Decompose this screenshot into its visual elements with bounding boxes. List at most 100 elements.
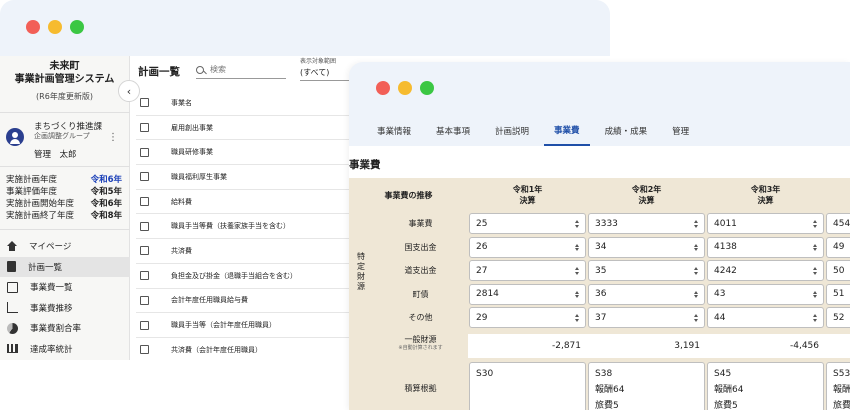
table-row[interactable]: 負担金及び掛金（退職手当組合を含む）	[136, 264, 350, 289]
sidebar-item-cost-trend[interactable]: 事業費推移	[0, 298, 130, 319]
minimize-window-button[interactable]	[398, 81, 412, 95]
calculation-basis-textarea[interactable]: S30	[469, 362, 586, 410]
amount-value: 4138	[714, 242, 737, 252]
stepper-icon[interactable]	[812, 218, 818, 230]
minimize-window-button[interactable]	[48, 20, 62, 34]
stepper-icon[interactable]	[693, 312, 699, 324]
row-label: 道支出金	[404, 266, 437, 276]
year-value: 令和6年	[90, 175, 122, 185]
table-row[interactable]: 職員手当等（会計年度任用職員）	[136, 313, 350, 338]
amount-input[interactable]: 51	[826, 283, 850, 305]
row-checkbox[interactable]	[140, 246, 149, 256]
amount-input[interactable]: 52	[826, 307, 850, 328]
table-row[interactable]: 共済費	[136, 239, 350, 264]
amount-input[interactable]: 37	[588, 307, 705, 328]
amount-input[interactable]: 50	[826, 260, 850, 281]
calculation-basis-textarea[interactable]: S45 報酬64 旅費5	[707, 362, 824, 410]
table-row[interactable]: 職員福利厚生事業	[136, 165, 350, 190]
stepper-icon[interactable]	[693, 265, 699, 277]
detail-body: 事業費 事業費の推移 令和1年 決算 令和2年 決算 令和3年 決算 特定財源 事業費…	[349, 146, 850, 410]
row-checkbox[interactable]	[140, 271, 149, 281]
column-header: 事業名	[171, 98, 192, 107]
stepper-icon[interactable]	[693, 218, 699, 230]
maximize-window-button[interactable]	[420, 81, 434, 95]
stepper-icon[interactable]	[812, 312, 818, 324]
amount-value: 36	[595, 289, 607, 299]
row-checkbox[interactable]	[140, 123, 149, 133]
row-checkbox[interactable]	[140, 221, 149, 231]
basis-line: S53	[833, 369, 850, 379]
stepper-icon[interactable]	[574, 218, 580, 230]
basis-line: 報酬64	[714, 385, 744, 395]
row-checkbox[interactable]	[140, 345, 149, 355]
amount-input[interactable]: 35	[588, 260, 705, 281]
amount-input[interactable]: 4242	[707, 260, 824, 281]
table-row[interactable]: 給料費	[136, 190, 350, 215]
amount-input[interactable]: 44	[707, 307, 824, 328]
year-row: 実施計画開始年度 令和6年	[6, 198, 122, 210]
sidebar-item-cost-ratio[interactable]: 事業費割合率	[0, 318, 130, 339]
close-window-button[interactable]	[376, 81, 390, 95]
amount-input[interactable]: 454	[826, 213, 850, 234]
tab-project-info[interactable]: 事業情報	[367, 116, 421, 146]
row-checkbox[interactable]	[140, 172, 149, 182]
tab-plan-description[interactable]: 計画説明	[485, 116, 539, 146]
user-menu-icon[interactable]: ⋮	[108, 132, 118, 143]
row-checkbox[interactable]	[140, 147, 149, 157]
stepper-icon[interactable]	[812, 242, 818, 254]
sidebar-item-cost-list[interactable]: 事業費一覧	[0, 277, 130, 298]
stepper-icon[interactable]	[693, 289, 699, 301]
amount-input[interactable]: 36	[588, 283, 705, 305]
row-label: 会計年度任用職員給与費	[171, 296, 248, 305]
close-window-button[interactable]	[26, 20, 40, 34]
amount-input[interactable]: 4138	[707, 236, 824, 258]
tab-project-cost[interactable]: 事業費	[544, 116, 590, 146]
tab-management[interactable]: 管理	[662, 116, 699, 146]
stepper-icon[interactable]	[574, 242, 580, 254]
year-label: 事業評価年度	[6, 187, 58, 197]
maximize-window-button[interactable]	[70, 20, 84, 34]
year-label: 実施計画年度	[6, 175, 58, 185]
sidebar-item-mypage[interactable]: マイページ	[0, 236, 130, 257]
amount-input[interactable]: 26	[469, 236, 586, 258]
amount-input[interactable]: 4011	[707, 213, 824, 234]
year-value: 令和5年	[90, 187, 122, 197]
table-row[interactable]: 職員研修事業	[136, 140, 350, 166]
tab-basic-items[interactable]: 基本事項	[426, 116, 480, 146]
amount-input[interactable]: 3333	[588, 213, 705, 234]
amount-input[interactable]: 2814	[469, 283, 586, 305]
amount-input[interactable]: 29	[469, 307, 586, 328]
table-row[interactable]: 雇用創出事業	[136, 116, 350, 141]
table-row[interactable]: 職員手当等費（扶養家族手当を含む）	[136, 214, 350, 240]
table-row[interactable]: 会計年度任用職員給与費	[136, 289, 350, 314]
calculation-basis-textarea[interactable]: S38 報酬64 旅費5	[588, 362, 705, 410]
sidebar-item-plan-list[interactable]: 計画一覧	[0, 256, 130, 277]
tab-results[interactable]: 成績・成果	[595, 116, 658, 146]
year-value: 令和6年	[90, 199, 122, 209]
stepper-icon[interactable]	[812, 265, 818, 277]
calculation-basis-textarea[interactable]: S53 報酬 旅費	[826, 362, 850, 410]
stepper-icon[interactable]	[574, 265, 580, 277]
row-checkbox[interactable]	[140, 197, 149, 207]
row-checkbox[interactable]	[140, 320, 149, 330]
sidebar-item-achievement-stats[interactable]: 達成率統計	[0, 339, 130, 360]
stepper-icon[interactable]	[693, 242, 699, 254]
stepper-icon[interactable]	[574, 312, 580, 324]
amount-input[interactable]: 43	[707, 283, 824, 305]
row-label: その他	[408, 313, 433, 323]
column-header: 令和1年 決算	[468, 178, 587, 212]
amount-input[interactable]: 25	[469, 213, 586, 234]
stepper-icon[interactable]	[574, 289, 580, 301]
table-header: 事業名	[136, 91, 350, 116]
amount-input[interactable]: 27	[469, 260, 586, 281]
amount-value: 3333	[595, 218, 618, 229]
search-input[interactable]: 検索	[196, 61, 286, 79]
select-all-checkbox[interactable]	[140, 98, 149, 108]
general-funding-title: 一般財源	[404, 335, 437, 344]
year-row: 実施計画年度 令和6年	[6, 174, 122, 186]
stepper-icon[interactable]	[812, 289, 818, 301]
row-checkbox[interactable]	[140, 295, 149, 305]
table-row[interactable]: 共済費（会計年度任用職員）	[136, 338, 350, 360]
amount-input[interactable]: 49	[826, 236, 850, 258]
amount-input[interactable]: 34	[588, 236, 705, 258]
